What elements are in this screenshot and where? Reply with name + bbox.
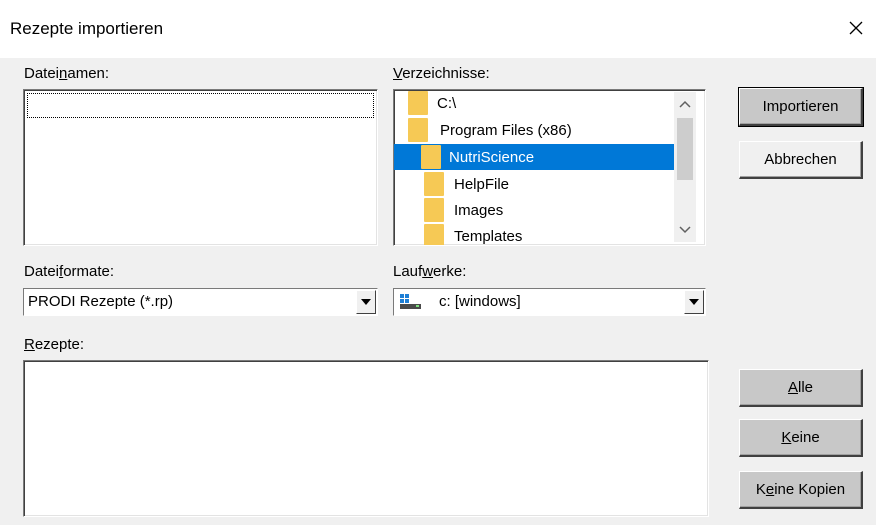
- laufwerke-value: c: [windows]: [439, 293, 521, 310]
- folder-icon: [424, 172, 444, 196]
- dir-item-label: C:\: [437, 94, 457, 112]
- importieren-button-label: Importieren: [762, 98, 839, 115]
- folder-icon: [424, 224, 444, 245]
- close-button[interactable]: [836, 8, 876, 48]
- alle-button-label: Alle: [787, 379, 814, 396]
- dir-item-helpfile[interactable]: HelpFile: [424, 171, 664, 197]
- dir-item-label: Images: [454, 201, 504, 219]
- laufwerke-label: Laufwerke:: [393, 263, 467, 280]
- dir-item-label: HelpFile: [454, 175, 510, 193]
- dir-item-label: Program Files (x86): [440, 121, 572, 139]
- dateinamen-focus-item[interactable]: [27, 93, 374, 118]
- keine-kopien-button[interactable]: Keine Kopien: [739, 471, 863, 509]
- dateiformate-label: Dateiformate:: [24, 263, 115, 280]
- rezepte-listbox[interactable]: [23, 360, 709, 517]
- dateiformate-select[interactable]: PRODI Rezepte (*.rp): [23, 288, 378, 316]
- chevron-up-icon[interactable]: [679, 100, 691, 108]
- drive-icon: [400, 294, 421, 309]
- folder-open-icon: [408, 91, 428, 115]
- importieren-button[interactable]: Importieren: [738, 87, 864, 127]
- dir-item-templates[interactable]: Templates: [424, 223, 664, 245]
- dir-item-label: NutriScience: [449, 148, 535, 166]
- folder-open-icon: [408, 118, 428, 142]
- dropdown-arrow-icon: [689, 299, 699, 305]
- alle-button[interactable]: Alle: [739, 369, 863, 407]
- dateinamen-label: Dateinamen:: [24, 65, 110, 82]
- close-icon: [849, 21, 863, 35]
- dateiformate-dropdown-button[interactable]: [356, 290, 376, 314]
- verzeichnisse-scrollbar[interactable]: [674, 92, 696, 242]
- dateiformate-value: PRODI Rezepte (*.rp): [28, 293, 174, 310]
- dialog-title: Rezepte importieren: [10, 19, 164, 38]
- laufwerke-dropdown-button[interactable]: [684, 290, 704, 314]
- abbrechen-button-label: Abbrechen: [764, 151, 837, 168]
- dir-item-c-root[interactable]: C:\: [408, 90, 670, 116]
- abbrechen-button[interactable]: Abbrechen: [739, 141, 863, 179]
- dateinamen-listbox[interactable]: [23, 89, 378, 246]
- keine-button[interactable]: Keine: [739, 419, 863, 457]
- folder-icon: [424, 198, 444, 222]
- keine-button-label: Keine: [781, 429, 820, 446]
- dir-item-label: Templates: [454, 227, 523, 245]
- dropdown-arrow-icon: [361, 299, 371, 305]
- laufwerke-select[interactable]: c: [windows]: [393, 288, 706, 316]
- rezepte-label: Rezepte:: [24, 336, 85, 353]
- dir-item-images[interactable]: Images: [424, 197, 664, 223]
- scrollbar-thumb[interactable]: [677, 118, 693, 180]
- folder-open-icon: [421, 145, 441, 169]
- dir-item-program-files[interactable]: Program Files (x86): [408, 117, 672, 143]
- chevron-down-icon[interactable]: [679, 226, 691, 234]
- dir-item-nutriscience[interactable]: NutriScience: [394, 144, 677, 170]
- keine-kopien-button-label: Keine Kopien: [755, 481, 846, 498]
- verzeichnisse-label: Verzeichnisse:: [393, 65, 490, 82]
- verzeichnisse-tree[interactable]: C:\ Program Files (x86) NutriScience Hel…: [393, 89, 706, 246]
